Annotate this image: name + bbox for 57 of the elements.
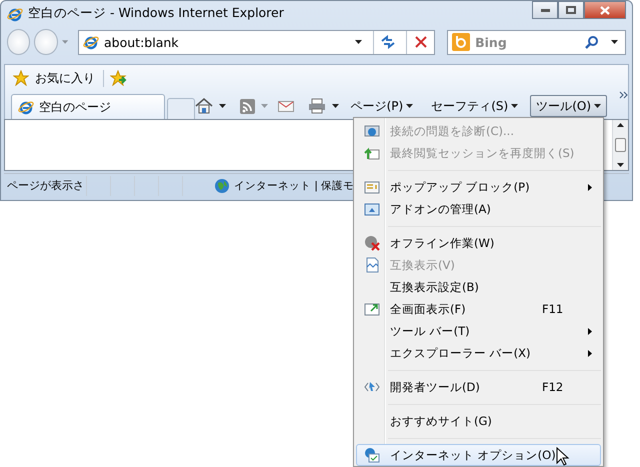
- star-add-icon[interactable]: [110, 70, 128, 86]
- menu-item[interactable]: インターネット オプション(O): [356, 444, 601, 466]
- scrollbar[interactable]: [612, 120, 628, 170]
- globe-icon: [214, 178, 230, 194]
- maximize-icon: [566, 6, 576, 14]
- printer-icon[interactable]: [308, 98, 326, 114]
- status-text: ページが表示さ: [6, 178, 85, 193]
- command-menu-button[interactable]: ページ(P): [344, 95, 420, 117]
- browser-tab[interactable]: 空白のページ: [11, 94, 166, 119]
- menu-item[interactable]: 全画面表示(F) F11: [356, 298, 601, 320]
- maximize-button[interactable]: [558, 1, 584, 19]
- star-icon[interactable]: [13, 70, 29, 86]
- caret-icon: [406, 104, 414, 108]
- expand-window-icon: [364, 301, 380, 317]
- address-field[interactable]: about:blank: [78, 30, 436, 54]
- menu-item[interactable]: 互換表示設定(B): [356, 276, 601, 298]
- close-icon: [600, 6, 610, 14]
- menu-item[interactable]: ツール バー(T): [356, 320, 601, 342]
- menu-item[interactable]: オフライン作業(W): [356, 232, 601, 254]
- caret-icon[interactable]: [617, 163, 624, 167]
- caret-icon[interactable]: [355, 40, 362, 44]
- stop-icon: [414, 36, 427, 48]
- home-icon[interactable]: [194, 98, 213, 114]
- browser-logo-icon: [18, 99, 34, 115]
- caret-icon[interactable]: [611, 40, 618, 44]
- browser-logo-icon: [83, 34, 100, 50]
- caret-icon: [594, 104, 601, 108]
- caret-icon[interactable]: [332, 104, 339, 108]
- mail-icon[interactable]: [278, 100, 294, 112]
- security-zone-text: インターネット | 保護モ: [234, 178, 354, 192]
- globe-checklist-icon: [364, 447, 380, 463]
- menu-item[interactable]: アドオンの管理(A): [356, 198, 601, 220]
- caret-icon: [511, 104, 518, 108]
- minimize-icon: [540, 8, 550, 12]
- browser-logo-icon: [7, 6, 23, 22]
- window-arrow-icon: [364, 145, 380, 161]
- menu-item[interactable]: おすすめサイト(G): [356, 410, 601, 432]
- close-button[interactable]: [584, 1, 626, 19]
- caret-icon[interactable]: [617, 123, 624, 127]
- minimize-button[interactable]: [532, 1, 558, 19]
- menu-item[interactable]: エクスプローラー バー(X): [356, 342, 601, 364]
- monitor-icon: [364, 123, 380, 139]
- search-engine-logo-icon: [452, 33, 470, 51]
- globe-cross-icon: [364, 235, 380, 251]
- refresh-icon: [380, 35, 396, 49]
- command-menu-button[interactable]: セーフティ(S): [425, 95, 524, 117]
- command-menu-button[interactable]: ツール(O): [530, 95, 607, 117]
- mouse-cursor-icon: [556, 447, 570, 467]
- caret-icon[interactable]: [218, 104, 226, 108]
- window-alert-icon: [364, 179, 380, 195]
- search-icon[interactable]: [585, 35, 599, 49]
- favorites-button[interactable]: お気に入り: [35, 70, 104, 86]
- menu-item[interactable]: 開発者ツール(D) F12: [356, 376, 601, 398]
- feed-icon[interactable]: [240, 98, 255, 114]
- window-title: 空白のページ - Windows Internet Explorer: [28, 5, 285, 22]
- broken-page-icon: [364, 257, 380, 273]
- menu-item[interactable]: ポップアップ ブロック(P): [356, 176, 601, 198]
